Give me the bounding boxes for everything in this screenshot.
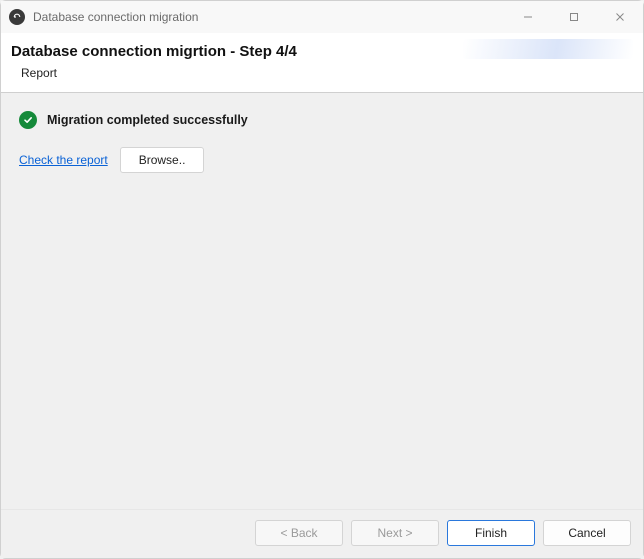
next-button: Next > bbox=[351, 520, 439, 546]
page-subtitle: Report bbox=[11, 66, 633, 80]
maximize-button[interactable] bbox=[551, 1, 597, 33]
status-message: Migration completed successfully bbox=[47, 113, 248, 127]
window-controls bbox=[505, 1, 643, 33]
wizard-footer: < Back Next > Finish Cancel bbox=[1, 509, 643, 558]
minimize-button[interactable] bbox=[505, 1, 551, 33]
close-button[interactable] bbox=[597, 1, 643, 33]
titlebar: Database connection migration bbox=[1, 1, 643, 33]
back-button: < Back bbox=[255, 520, 343, 546]
status-row: Migration completed successfully bbox=[19, 111, 625, 129]
action-row: Check the report Browse.. bbox=[19, 147, 625, 173]
wizard-header: Database connection migrtion - Step 4/4 … bbox=[1, 33, 643, 93]
content-area: Migration completed successfully Check t… bbox=[1, 93, 643, 509]
check-report-link[interactable]: Check the report bbox=[19, 153, 108, 167]
finish-button[interactable]: Finish bbox=[447, 520, 535, 546]
window-title: Database connection migration bbox=[33, 10, 505, 24]
header-gradient bbox=[463, 39, 633, 59]
cancel-button[interactable]: Cancel bbox=[543, 520, 631, 546]
app-icon bbox=[9, 9, 25, 25]
success-icon bbox=[19, 111, 37, 129]
browse-button[interactable]: Browse.. bbox=[120, 147, 205, 173]
